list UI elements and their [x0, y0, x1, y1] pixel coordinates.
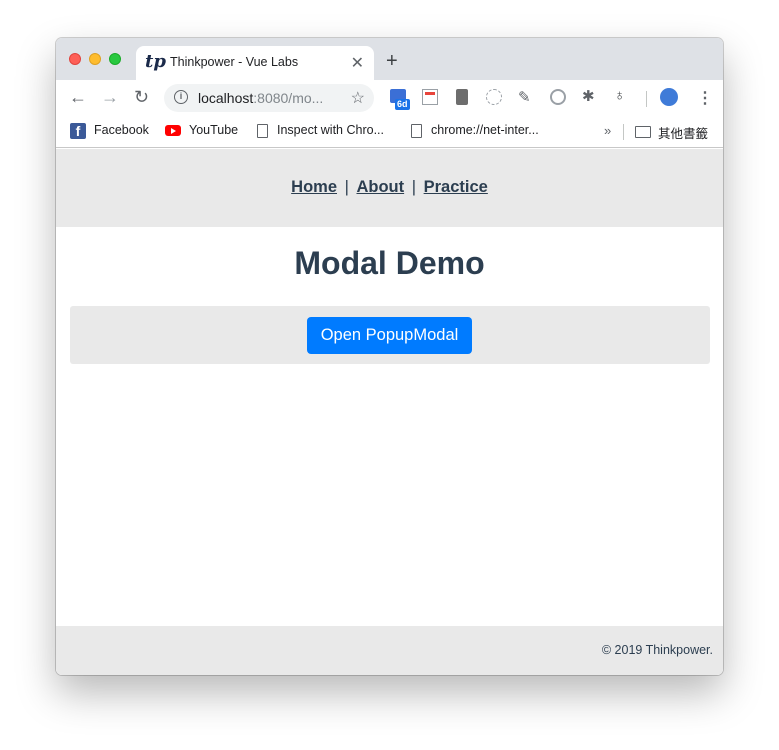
page-icon: [411, 124, 422, 138]
reload-button[interactable]: ↻: [134, 87, 149, 108]
dark-extension-icon[interactable]: [456, 89, 468, 105]
tab-strip: tp Thinkpower - Vue Labs ✕ +: [56, 38, 723, 80]
page-viewport: Home | About | Practice Modal Demo Open …: [56, 149, 723, 675]
window-maximize-button[interactable]: [109, 53, 121, 65]
url-path: :8080/mo...: [253, 90, 324, 106]
target-extension-icon[interactable]: [550, 89, 566, 105]
url-text: localhost:8080/mo...: [198, 90, 323, 106]
bug-extension-icon[interactable]: ✱: [582, 87, 598, 105]
profile-avatar-icon[interactable]: [660, 88, 678, 106]
nav-link-about[interactable]: About: [356, 178, 404, 196]
bookmark-star-icon[interactable]: ☆: [351, 88, 365, 108]
browser-menu-icon[interactable]: ⋮: [697, 88, 713, 108]
site-footer: © 2019 Thinkpower.: [56, 626, 723, 675]
nav-link-practice[interactable]: Practice: [424, 178, 488, 196]
tab-active[interactable]: tp Thinkpower - Vue Labs ✕: [136, 46, 374, 80]
other-bookmarks[interactable]: 其他書籤: [658, 123, 708, 142]
browser-toolbar: ← → ↻ i localhost:8080/mo... ☆ ✎ ✱ ♁ ⋮: [56, 80, 723, 116]
thinkpower-favicon-icon: tp: [145, 51, 166, 72]
page-title: Modal Demo: [294, 245, 485, 281]
lightbulb-extension-icon[interactable]: ♁: [614, 87, 630, 104]
back-button[interactable]: ←: [69, 87, 87, 108]
bookmark-facebook[interactable]: Facebook: [94, 123, 149, 137]
forward-button[interactable]: →: [101, 87, 119, 108]
bookmarks-overflow-icon[interactable]: »: [604, 123, 611, 138]
open-popup-modal-button[interactable]: Open PopupModal: [307, 317, 472, 354]
toolbar-divider: [646, 91, 647, 107]
extension-badge: 6d: [395, 99, 410, 110]
page-icon: [257, 124, 268, 138]
bookmark-youtube[interactable]: YouTube: [189, 123, 238, 137]
site-info-icon[interactable]: i: [174, 90, 188, 104]
tab-close-icon[interactable]: ✕: [351, 53, 364, 73]
bookmarks-bar: f Facebook YouTube Inspect with Chro... …: [56, 116, 723, 148]
bookmarks-divider: [623, 124, 624, 140]
url-host: localhost: [198, 90, 254, 106]
nav-separator: |: [344, 178, 349, 196]
demo-panel: Open PopupModal: [70, 306, 710, 364]
footer-copyright: © 2019 Thinkpower.: [601, 643, 713, 657]
calendar-extension-icon[interactable]: [422, 89, 438, 105]
facebook-icon: f: [70, 123, 86, 139]
folder-icon: [635, 126, 651, 138]
youtube-icon: [165, 125, 181, 136]
window-minimize-button[interactable]: [89, 53, 101, 65]
bookmark-inspect[interactable]: Inspect with Chro...: [277, 123, 384, 137]
window-close-button[interactable]: [69, 53, 81, 65]
gear-extension-icon[interactable]: [486, 89, 502, 105]
nav-separator: |: [411, 178, 417, 196]
nav-link-home[interactable]: Home: [291, 178, 337, 196]
eyedropper-extension-icon[interactable]: ✎: [518, 88, 534, 106]
bookmark-net-internals[interactable]: chrome://net-inter...: [431, 123, 539, 137]
browser-window: tp Thinkpower - Vue Labs ✕ + ← → ↻ i loc…: [56, 38, 723, 675]
site-nav: Home | About | Practice: [56, 149, 723, 227]
new-tab-button[interactable]: +: [386, 50, 398, 73]
tab-title: Thinkpower - Vue Labs: [170, 55, 299, 69]
address-bar[interactable]: i localhost:8080/mo... ☆: [164, 84, 374, 112]
